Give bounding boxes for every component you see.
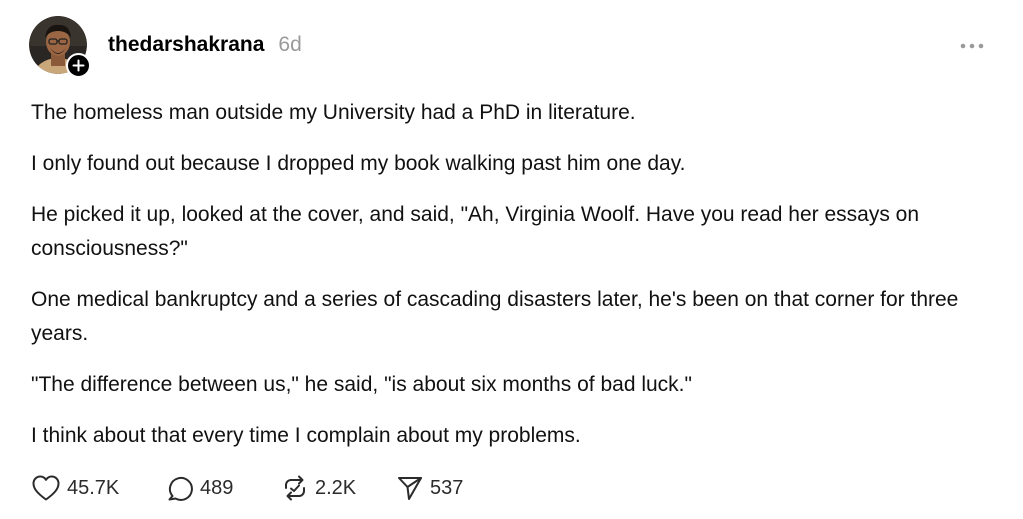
post-header: thedarshakrana 6d <box>108 33 302 57</box>
post-body: The homeless man outside my University h… <box>31 96 991 470</box>
comment-bubble-icon <box>168 476 193 501</box>
post-paragraph: "The difference between us," he said, "i… <box>31 373 692 396</box>
send-icon <box>398 477 422 500</box>
post-paragraph: One medical bankruptcy and a series of c… <box>31 288 959 345</box>
post-timestamp[interactable]: 6d <box>278 33 301 57</box>
heart-icon <box>32 475 60 501</box>
more-options-button[interactable] <box>955 36 989 56</box>
thread-post: thedarshakrana 6d The homeless man outsi… <box>0 0 1023 519</box>
post-paragraph: I think about that every time I complain… <box>31 424 581 447</box>
ellipsis-icon <box>960 43 984 49</box>
share-button[interactable]: 537 <box>396 474 496 502</box>
username-link[interactable]: thedarshakrana <box>108 33 264 57</box>
repost-button[interactable]: 2.2K <box>281 474 396 502</box>
reply-button[interactable]: 489 <box>166 474 281 502</box>
repost-icon <box>285 475 305 501</box>
post-paragraph: I only found out because I dropped my bo… <box>31 152 686 175</box>
repost-count: 2.2K <box>315 476 357 499</box>
post-paragraph: He picked it up, looked at the cover, an… <box>31 203 920 260</box>
like-button[interactable]: 45.7K <box>31 474 166 502</box>
post-paragraph: The homeless man outside my University h… <box>31 101 636 124</box>
like-count: 45.7K <box>67 476 120 499</box>
plus-icon <box>72 59 85 72</box>
action-bar: 45.7K 489 2.2K 537 <box>31 474 496 502</box>
avatar-container[interactable] <box>29 16 91 78</box>
reply-count: 489 <box>200 476 234 499</box>
follow-button[interactable] <box>66 53 91 78</box>
share-count: 537 <box>430 476 464 499</box>
